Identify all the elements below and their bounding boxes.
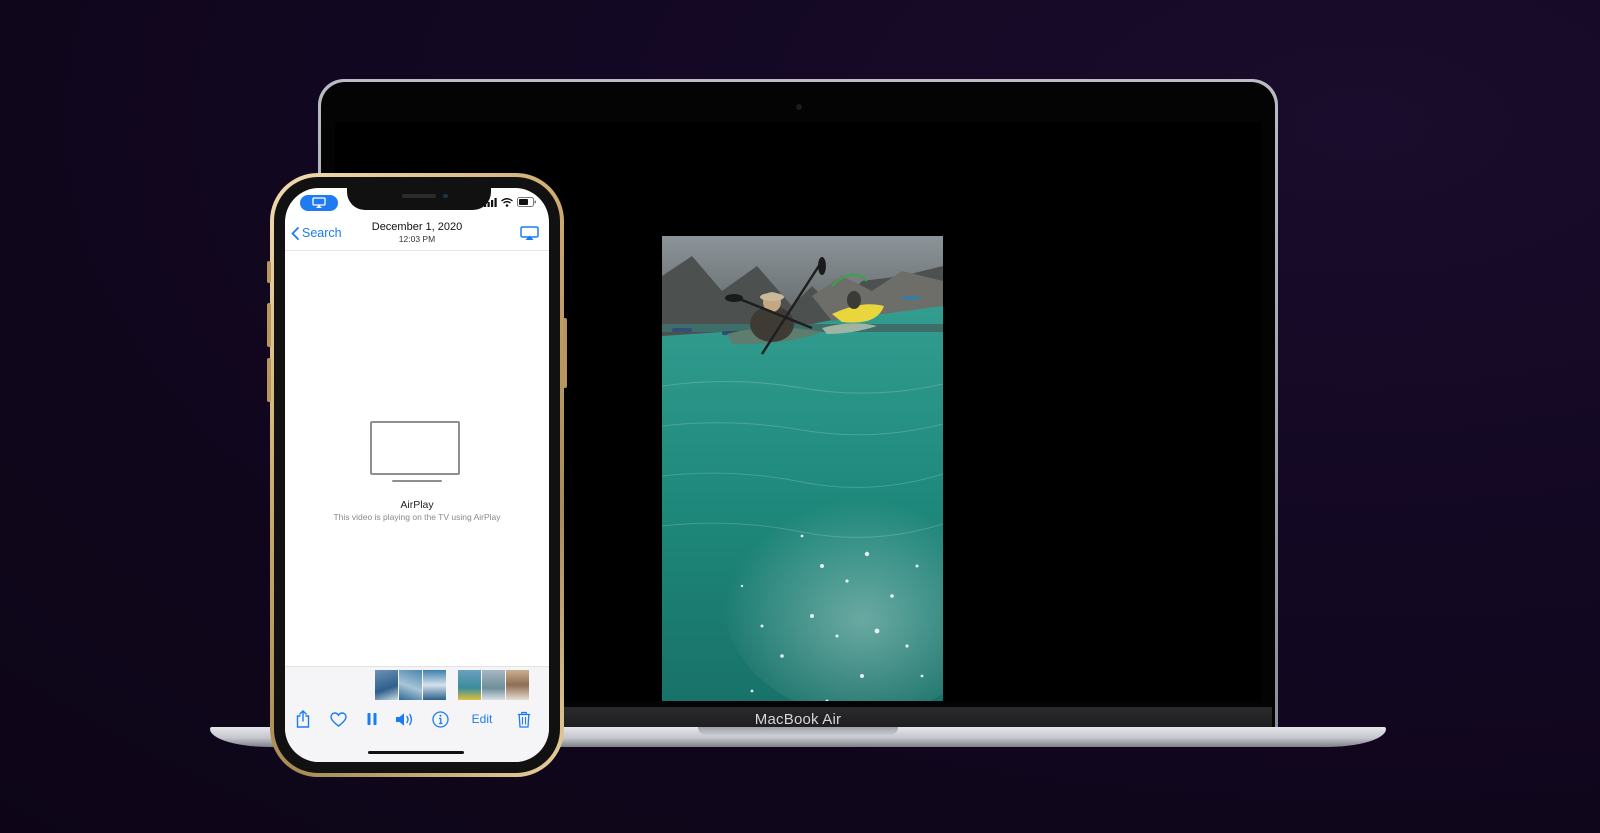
trash-icon [517, 711, 531, 728]
airplay-button[interactable] [520, 226, 539, 246]
cellular-signal-icon [484, 197, 497, 207]
home-indicator[interactable] [368, 751, 464, 754]
delete-button[interactable] [514, 709, 534, 729]
pause-icon [367, 713, 377, 725]
airplay-status-pill[interactable] [300, 195, 338, 211]
volume-up-button [267, 303, 271, 347]
volume-button[interactable] [394, 709, 416, 729]
iphone-bezel: Search December 1, 2020 12:03 PM AirPlay… [274, 177, 560, 773]
share-button[interactable] [293, 709, 313, 729]
wifi-icon [501, 197, 513, 207]
video-player[interactable] [662, 236, 943, 701]
thumbnail[interactable] [375, 670, 398, 700]
thumbnail[interactable] [399, 670, 422, 700]
nav-time: 12:03 PM [398, 234, 436, 244]
nav-title: December 1, 2020 12:03 PM [285, 221, 549, 244]
speaker-icon [396, 712, 413, 726]
tv-icon [370, 421, 460, 475]
edit-label: Edit [471, 712, 493, 726]
bottom-bar: Edit [285, 666, 549, 762]
battery-icon [517, 197, 536, 207]
edit-button[interactable]: Edit [465, 709, 499, 729]
thumbnail[interactable] [423, 670, 446, 700]
filmstrip[interactable] [375, 670, 529, 700]
iphone: Search December 1, 2020 12:03 PM AirPlay… [267, 173, 567, 777]
pause-button[interactable] [362, 709, 382, 729]
nav-date: December 1, 2020 [371, 221, 463, 233]
thumbnail[interactable] [458, 670, 481, 700]
share-icon [296, 710, 310, 728]
airplay-icon [520, 226, 539, 240]
camera-dot [796, 104, 802, 110]
heart-icon [329, 711, 347, 727]
kayak-video-frame [662, 236, 943, 701]
screen-mirroring-icon [312, 197, 326, 208]
info-button[interactable] [430, 709, 450, 729]
photo-toolbar: Edit [285, 707, 549, 731]
volume-down-button [267, 358, 271, 402]
status-icons [484, 196, 537, 208]
model-label: MacBook Air [754, 710, 842, 728]
iphone-screen: Search December 1, 2020 12:03 PM AirPlay… [285, 188, 549, 762]
thumbnail[interactable] [506, 670, 529, 700]
thumbnail[interactable] [447, 670, 457, 700]
favorite-button[interactable] [328, 709, 348, 729]
notch [347, 188, 491, 210]
navigation-bar: Search December 1, 2020 12:03 PM [285, 216, 549, 251]
airplay-subtitle: This video is playing on the TV using Ai… [333, 512, 501, 522]
airplay-title: AirPlay [400, 499, 434, 511]
info-icon [431, 710, 449, 728]
tv-stand [392, 480, 442, 482]
macbook-base-notch [698, 727, 898, 735]
thumbnail[interactable] [482, 670, 505, 700]
mute-switch [267, 261, 271, 283]
earpiece [402, 194, 436, 198]
side-button [563, 318, 567, 388]
front-camera [443, 194, 448, 198]
